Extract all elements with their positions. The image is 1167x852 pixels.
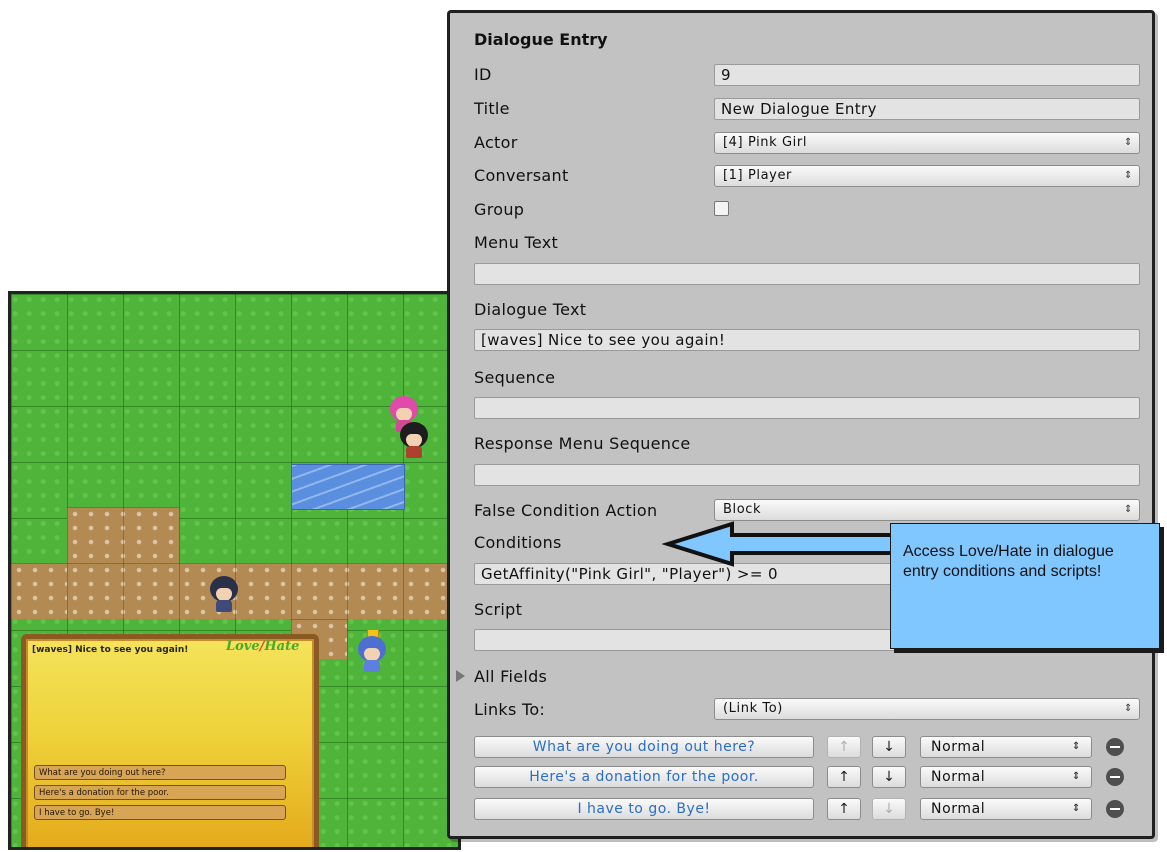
sequence-label: Sequence	[474, 368, 556, 387]
title-field[interactable]: New Dialogue Entry	[714, 98, 1140, 120]
princess-character	[355, 629, 389, 672]
remove-link-icon[interactable]	[1106, 800, 1124, 818]
dialogue-line: [waves] Nice to see you again!	[32, 645, 189, 655]
foldout-arrow-icon[interactable]	[456, 670, 465, 682]
actor-dropdown[interactable]: [4] Pink Girl ⇕	[714, 132, 1140, 154]
id-label: ID	[474, 65, 492, 84]
inspector-heading: Dialogue Entry	[474, 30, 608, 49]
group-checkbox[interactable]	[714, 201, 729, 216]
response-option[interactable]: Here's a donation for the poor.	[34, 785, 286, 800]
link-button[interactable]: What are you doing out here?	[474, 736, 814, 758]
dirt-path-tile	[67, 507, 179, 619]
remove-link-icon[interactable]	[1106, 738, 1124, 756]
move-up-button[interactable]: ↑	[827, 798, 861, 820]
menu-text-field[interactable]	[474, 263, 1140, 285]
move-up-button[interactable]: ↑	[827, 766, 861, 788]
link-button[interactable]: Here's a donation for the poor.	[474, 766, 814, 788]
conditions-label: Conditions	[474, 533, 562, 552]
false-condition-action-value: Block	[723, 502, 762, 517]
priority-dropdown[interactable]: Normal ⇕	[920, 736, 1092, 758]
callout-note: Access Love/Hate in dialogue entry condi…	[890, 523, 1160, 649]
priority-dropdown[interactable]: Normal ⇕	[920, 798, 1092, 820]
links-to-label: Links To:	[474, 700, 546, 719]
false-condition-action-dropdown[interactable]: Block ⇕	[714, 499, 1140, 521]
menu-text-label: Menu Text	[474, 233, 559, 252]
response-option[interactable]: I have to go. Bye!	[34, 805, 286, 820]
conversant-label: Conversant	[474, 166, 569, 185]
water-tile	[291, 464, 405, 510]
guard-character	[207, 574, 241, 612]
link-button[interactable]: I have to go. Bye!	[474, 798, 814, 820]
dropdown-arrows-icon: ⇕	[1072, 771, 1081, 782]
actor-value: [4] Pink Girl	[723, 135, 808, 150]
dialogue-entry-inspector: Dialogue Entry ID 9 Title New Dialogue E…	[447, 10, 1155, 839]
response-option[interactable]: What are you doing out here?	[34, 765, 286, 780]
dropdown-arrows-icon: ⇕	[1124, 170, 1133, 181]
priority-value: Normal	[931, 801, 986, 817]
dialogue-text-label: Dialogue Text	[474, 300, 587, 319]
move-down-button[interactable]: ↓	[872, 798, 906, 820]
dropdown-arrows-icon: ⇕	[1124, 703, 1133, 714]
move-down-button[interactable]: ↓	[872, 766, 906, 788]
all-fields-foldout[interactable]: All Fields	[474, 667, 547, 686]
response-menu-sequence-label: Response Menu Sequence	[474, 434, 691, 453]
game-view: [waves] Nice to see you again! Love/Hate…	[8, 291, 461, 850]
player-character	[397, 420, 431, 458]
priority-value: Normal	[931, 739, 986, 755]
links-to-dropdown[interactable]: (Link To) ⇕	[714, 698, 1140, 720]
callout-arrow-icon	[662, 521, 922, 567]
script-label: Script	[474, 600, 523, 619]
dropdown-arrows-icon: ⇕	[1124, 137, 1133, 148]
dropdown-arrows-icon: ⇕	[1124, 504, 1133, 515]
dialogue-text-field[interactable]: [waves] Nice to see you again!	[474, 329, 1140, 351]
dirt-path-tile	[11, 563, 67, 619]
dropdown-arrows-icon: ⇕	[1072, 803, 1081, 814]
group-label: Group	[474, 200, 525, 219]
title-label: Title	[474, 99, 510, 118]
conversant-dropdown[interactable]: [1] Player ⇕	[714, 165, 1140, 187]
remove-link-icon[interactable]	[1106, 768, 1124, 786]
move-down-button[interactable]: ↓	[872, 736, 906, 758]
sequence-field[interactable]	[474, 397, 1140, 419]
move-up-button[interactable]: ↑	[827, 736, 861, 758]
links-to-value: (Link To)	[723, 701, 783, 716]
dropdown-arrows-icon: ⇕	[1072, 741, 1081, 752]
love-hate-logo: Love/Hate	[226, 639, 300, 654]
priority-dropdown[interactable]: Normal ⇕	[920, 766, 1092, 788]
priority-value: Normal	[931, 769, 986, 785]
actor-label: Actor	[474, 133, 518, 152]
dialogue-panel: [waves] Nice to see you again! Love/Hate…	[21, 634, 319, 847]
false-condition-action-label: False Condition Action	[474, 501, 658, 520]
conversant-value: [1] Player	[723, 168, 793, 183]
id-field[interactable]: 9	[714, 64, 1140, 86]
response-menu-sequence-field[interactable]	[474, 464, 1140, 486]
